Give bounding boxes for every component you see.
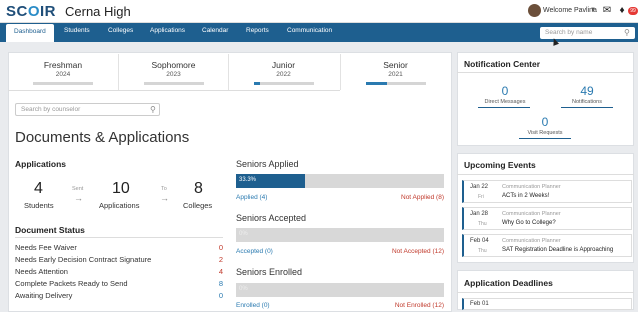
applications-count[interactable]: 10 (112, 180, 130, 198)
divider (519, 138, 571, 139)
colleges-label: Colleges (183, 201, 213, 210)
notifications-label: Notifications (572, 99, 602, 105)
search-icon: ⚲ (624, 28, 630, 37)
not-applied-link[interactable]: Not Applied (8) (374, 194, 444, 201)
grade-progress-bar (254, 82, 314, 85)
tab-applications[interactable]: Applications (150, 27, 185, 34)
students-label: Students (24, 201, 54, 210)
students-count[interactable]: 4 (34, 180, 43, 198)
chevron-down-icon[interactable]: ▼ (590, 7, 596, 13)
to-label: To (161, 186, 167, 192)
tab-dashboard[interactable]: Dashboard (6, 24, 54, 42)
applied-link[interactable]: Applied (4) (236, 194, 267, 201)
counselor-search-input[interactable]: Search by counselor ⚲ (15, 103, 160, 116)
school-name: Cerna High (65, 4, 131, 19)
notification-center-title: Notification Center (464, 59, 541, 69)
divider (457, 72, 634, 73)
scoir-logo[interactable]: SCOIR (6, 3, 56, 20)
seniors-applied-bar[interactable]: 33.3% (236, 174, 444, 188)
chat-icon[interactable]: ✉ (601, 5, 613, 17)
notification-badge: 99 (628, 7, 638, 15)
event-item[interactable]: Feb 04 Thu Communication Planner SAT Reg… (462, 234, 632, 257)
divider (457, 292, 634, 293)
divider (478, 107, 530, 108)
arrow-right-icon: → (74, 193, 83, 203)
visit-requests-count[interactable]: 0 (515, 115, 575, 129)
not-accepted-link[interactable]: Not Accepted (12) (364, 248, 444, 255)
event-item[interactable]: Jan 22 Fri Communication Planner ACTs in… (462, 180, 632, 203)
doc-status-label: Needs Early Decision Contract Signature (15, 255, 152, 264)
seniors-enrolled-bar[interactable]: 0% (236, 283, 444, 297)
user-menu[interactable]: Welcome Pavlina (543, 7, 597, 14)
top-bar: SCOIR Cerna High Welcome Pavlina ▼ ✉ ♦ 9… (0, 0, 638, 23)
doc-status-label: Needs Fee Waiver (15, 243, 77, 252)
grade-tab-junior[interactable]: Junior 2022 (228, 54, 338, 90)
grade-progress-bar (33, 82, 93, 85)
grade-progress-bar (366, 82, 426, 85)
search-icon: ⚲ (150, 105, 156, 114)
grade-tab-sophomore[interactable]: Sophomore 2023 (118, 54, 228, 90)
doc-status-label: Complete Packets Ready to Send (15, 279, 128, 288)
grade-tab-freshman[interactable]: Freshman 2024 (8, 54, 118, 90)
arrow-right-icon: → (160, 193, 169, 203)
accepted-link[interactable]: Accepted (0) (236, 248, 273, 255)
direct-messages-count[interactable]: 0 (475, 84, 535, 98)
applications-label: Applications (99, 201, 140, 210)
application-deadlines-title: Application Deadlines (464, 278, 553, 288)
doc-status-value[interactable]: 2 (203, 255, 223, 264)
tab-reports[interactable]: Reports (246, 27, 269, 34)
tab-communication[interactable]: Communication (287, 27, 332, 34)
divider (8, 90, 340, 91)
grade-progress-bar (144, 82, 204, 85)
tab-colleges[interactable]: Colleges (108, 27, 133, 34)
page-title: Documents & Applications (15, 129, 190, 146)
visit-requests-label: Visit Requests (527, 130, 563, 136)
colleges-count[interactable]: 8 (194, 180, 203, 198)
bell-icon[interactable]: ♦ (616, 5, 628, 17)
upcoming-events-title: Upcoming Events (464, 160, 536, 170)
doc-status-value[interactable]: 8 (203, 279, 223, 288)
doc-status-value[interactable]: 4 (203, 267, 223, 276)
notifications-count[interactable]: 49 (557, 84, 617, 98)
seniors-accepted-title: Seniors Accepted (236, 213, 307, 223)
doc-status-label: Awaiting Delivery (15, 291, 73, 300)
seniors-applied-title: Seniors Applied (236, 159, 299, 169)
doc-status-label: Needs Attention (15, 267, 68, 276)
tab-students[interactable]: Students (64, 27, 90, 34)
deadline-item[interactable]: Feb 01 (462, 298, 632, 310)
grade-tab-senior[interactable]: Senior 2021 (340, 54, 450, 90)
tab-calendar[interactable]: Calendar (202, 27, 228, 34)
event-item[interactable]: Jan 28 Thu Communication Planner Why Go … (462, 207, 632, 230)
seniors-accepted-bar[interactable]: 0% (236, 228, 444, 242)
divider (15, 237, 223, 238)
doc-status-value[interactable]: 0 (203, 291, 223, 300)
seniors-enrolled-title: Seniors Enrolled (236, 267, 303, 277)
applications-heading: Applications (15, 159, 67, 169)
doc-status-value[interactable]: 0 (203, 243, 223, 252)
direct-messages-label: Direct Messages (484, 99, 526, 105)
divider (457, 174, 634, 175)
divider (561, 107, 613, 108)
avatar[interactable] (528, 4, 541, 17)
sent-label: Sent (72, 186, 84, 192)
document-status-heading: Document Status (15, 225, 85, 235)
